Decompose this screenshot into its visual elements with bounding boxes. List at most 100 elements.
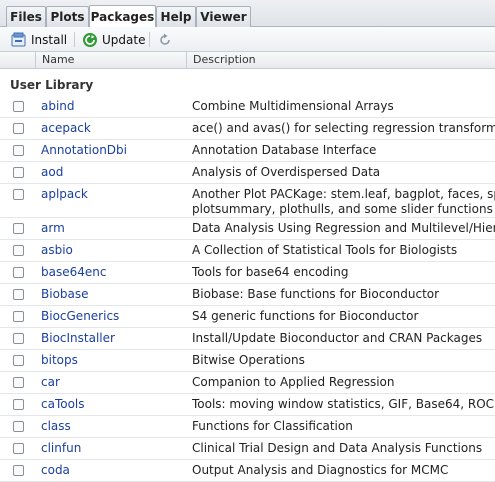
refresh-button[interactable] bbox=[157, 30, 173, 49]
package-load-checkbox[interactable] bbox=[13, 399, 24, 410]
package-load-checkbox[interactable] bbox=[13, 377, 24, 388]
package-name-link[interactable]: aod bbox=[41, 165, 63, 179]
package-name-link[interactable]: bitops bbox=[41, 353, 78, 367]
column-divider bbox=[35, 52, 36, 68]
description-line: Output Analysis and Diagnostics for MCMC bbox=[192, 463, 449, 477]
package-description: Tools for base64 encoding bbox=[192, 265, 495, 280]
package-description: Combine Multidimensional Arrays bbox=[192, 99, 495, 114]
package-description: Data Analysis Using Regression and Multi… bbox=[192, 221, 495, 236]
tab-label: Files bbox=[10, 10, 42, 24]
column-header-description[interactable]: Description bbox=[193, 52, 256, 68]
description-line: Combine Multidimensional Arrays bbox=[192, 99, 394, 113]
package-name-link[interactable]: aplpack bbox=[41, 187, 88, 201]
description-line: Install/Update Bioconductor and CRAN Pac… bbox=[192, 331, 483, 345]
package-description: Companion to Applied Regression bbox=[192, 375, 495, 390]
package-name-link[interactable]: asbio bbox=[41, 243, 73, 257]
pane-tab-bar: Files Plots Packages Help Viewer bbox=[0, 0, 495, 28]
library-group-heading: User Library bbox=[10, 78, 94, 92]
package-description: Tools: moving window statistics, GIF, Ba… bbox=[192, 397, 495, 412]
tab-label: Plots bbox=[50, 10, 85, 24]
package-name-link[interactable]: arm bbox=[41, 221, 65, 235]
tab-plots[interactable]: Plots bbox=[46, 6, 89, 27]
update-label: Update bbox=[102, 32, 146, 47]
package-load-checkbox[interactable] bbox=[13, 355, 24, 366]
description-line: A Collection of Statistical Tools for Bi… bbox=[192, 243, 458, 257]
package-row: aod Analysis of Overdispersed Data bbox=[0, 162, 495, 184]
package-name-link[interactable]: caTools bbox=[41, 397, 85, 411]
package-description: Output Analysis and Diagnostics for MCMC bbox=[192, 463, 495, 478]
column-header-name[interactable]: Name bbox=[42, 52, 74, 68]
package-row: BiocInstaller Install/Update Bioconductor… bbox=[0, 328, 495, 350]
package-row: acepack ace() and avas() for selecting re… bbox=[0, 118, 495, 140]
tab-label: Help bbox=[160, 10, 192, 24]
package-load-checkbox[interactable] bbox=[13, 123, 24, 134]
tab-label: Packages bbox=[90, 10, 155, 24]
package-row: clinfun Clinical Trial Design and Data An… bbox=[0, 438, 495, 460]
package-description: A Collection of Statistical Tools for Bi… bbox=[192, 243, 495, 258]
tab-help[interactable]: Help bbox=[156, 6, 196, 27]
description-line: Functions for Classification bbox=[192, 419, 353, 433]
description-line: Clinical Trial Design and Data Analysis … bbox=[192, 441, 483, 455]
package-name-link[interactable]: BiocGenerics bbox=[41, 309, 119, 323]
package-load-checkbox[interactable] bbox=[13, 465, 24, 476]
tab-viewer[interactable]: Viewer bbox=[196, 6, 251, 27]
package-name-link[interactable]: clinfun bbox=[41, 441, 81, 455]
package-description: Functions for Classification bbox=[192, 419, 495, 434]
description-line: Bitwise Operations bbox=[192, 353, 305, 367]
package-description: Clinical Trial Design and Data Analysis … bbox=[192, 441, 495, 456]
package-load-checkbox[interactable] bbox=[13, 289, 24, 300]
install-label: Install bbox=[31, 32, 68, 47]
package-description: Another Plot PACKage: stem.leaf, bagplot… bbox=[192, 187, 495, 217]
table-header: Name Description bbox=[0, 52, 495, 69]
package-row: AnnotationDbi Annotation Database Interfa… bbox=[0, 140, 495, 162]
package-load-checkbox[interactable] bbox=[13, 245, 24, 256]
install-button[interactable]: Install bbox=[11, 30, 67, 49]
tab-files[interactable]: Files bbox=[6, 6, 46, 27]
package-row: class Functions for Classification bbox=[0, 416, 495, 438]
package-name-link[interactable]: AnnotationDbi bbox=[41, 143, 127, 157]
package-load-checkbox[interactable] bbox=[13, 189, 24, 200]
toolbar-divider bbox=[149, 32, 150, 47]
package-row: asbio A Collection of Statistical Tools f… bbox=[0, 240, 495, 262]
package-row: bitops Bitwise Operations bbox=[0, 350, 495, 372]
package-name-link[interactable]: BiocInstaller bbox=[41, 331, 115, 345]
package-load-checkbox[interactable] bbox=[13, 421, 24, 432]
package-load-checkbox[interactable] bbox=[13, 101, 24, 112]
package-name-link[interactable]: acepack bbox=[41, 121, 91, 135]
package-name-link[interactable]: coda bbox=[41, 463, 70, 477]
package-row: Biobase Biobase: Base functions for Bioco… bbox=[0, 284, 495, 306]
package-description: Annotation Database Interface bbox=[192, 143, 495, 158]
package-name-link[interactable]: Biobase bbox=[41, 287, 89, 301]
package-name-link[interactable]: car bbox=[41, 375, 60, 389]
package-name-link[interactable]: class bbox=[41, 419, 71, 433]
package-row: car Companion to Applied Regression bbox=[0, 372, 495, 394]
package-row: base64enc Tools for base64 encoding bbox=[0, 262, 495, 284]
description-line: ace() and avas() for selecting regressio… bbox=[192, 121, 495, 135]
package-description: Biobase: Base functions for Bioconductor bbox=[192, 287, 495, 302]
update-button[interactable]: Update bbox=[82, 30, 145, 49]
tab-packages[interactable]: Packages bbox=[89, 5, 156, 28]
refresh-icon bbox=[157, 32, 173, 48]
package-load-checkbox[interactable] bbox=[13, 167, 24, 178]
package-description: Bitwise Operations bbox=[192, 353, 495, 368]
package-load-checkbox[interactable] bbox=[13, 333, 24, 344]
package-name-link[interactable]: abind bbox=[41, 99, 75, 113]
package-name-link[interactable]: base64enc bbox=[41, 265, 106, 279]
update-icon bbox=[82, 32, 98, 48]
install-icon bbox=[11, 32, 27, 48]
package-description: Analysis of Overdispersed Data bbox=[192, 165, 495, 180]
tab-label: Viewer bbox=[200, 10, 247, 24]
description-line: Data Analysis Using Regression and Multi… bbox=[192, 221, 495, 235]
package-row: coda Output Analysis and Diagnostics for … bbox=[0, 460, 495, 482]
description-line: Annotation Database Interface bbox=[192, 143, 377, 157]
package-load-checkbox[interactable] bbox=[13, 145, 24, 156]
package-load-checkbox[interactable] bbox=[13, 223, 24, 234]
package-row: arm Data Analysis Using Regression and Mu… bbox=[0, 218, 495, 240]
package-row: caTools Tools: moving window statistics, … bbox=[0, 394, 495, 416]
package-load-checkbox[interactable] bbox=[13, 443, 24, 454]
packages-toolbar: Install Update bbox=[0, 27, 495, 52]
package-load-checkbox[interactable] bbox=[13, 311, 24, 322]
package-load-checkbox[interactable] bbox=[13, 267, 24, 278]
package-description: S4 generic functions for Bioconductor bbox=[192, 309, 495, 324]
description-line: plotsummary, plothulls, and some slider … bbox=[192, 202, 493, 216]
